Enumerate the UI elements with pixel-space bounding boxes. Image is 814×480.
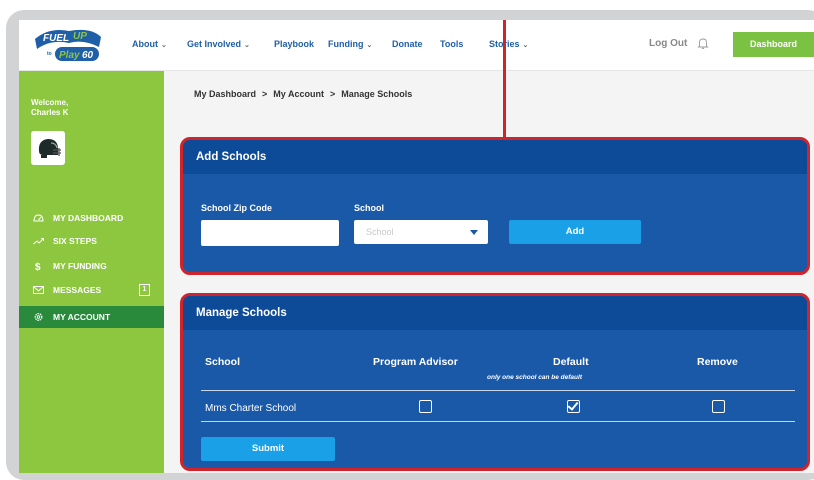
add-school-button[interactable]: Add (509, 220, 641, 244)
sidebar-item-label: MY ACCOUNT (53, 312, 111, 322)
sidebar-item-six-steps[interactable]: SIX STEPS (19, 230, 164, 252)
dashboard-button[interactable]: Dashboard (733, 32, 814, 57)
fuel-up-to-play-60-logo[interactable]: FUEL UP Play 60 to (29, 25, 107, 65)
envelope-icon (33, 286, 44, 294)
svg-text:to: to (47, 51, 52, 57)
remove-checkbox[interactable] (712, 400, 725, 413)
school-select-placeholder: School (366, 227, 394, 237)
svg-text:FUEL: FUEL (43, 33, 69, 44)
welcome-label: Welcome, (31, 98, 69, 107)
breadcrumb-manage-schools: Manage Schools (341, 89, 413, 99)
breadcrumb-separator: > (262, 89, 268, 99)
program-advisor-checkbox[interactable] (419, 400, 432, 413)
dashboard-icon (33, 214, 44, 222)
gear-icon (34, 313, 43, 321)
nav-tools[interactable]: Tools (440, 39, 463, 49)
top-navigation-bar: FUEL UP Play 60 to About ⌄ Get Involved ⌄ … (19, 20, 814, 71)
svg-text:Play: Play (59, 50, 80, 61)
user-name: Charles K (31, 108, 69, 117)
trend-icon (33, 238, 44, 245)
column-header-remove: Remove (697, 356, 738, 368)
sidebar-item-my-dashboard[interactable]: MY DASHBOARD (19, 207, 164, 229)
breadcrumb-my-dashboard[interactable]: My Dashboard (194, 89, 256, 99)
svg-text:UP: UP (73, 31, 87, 42)
chevron-down-icon (470, 230, 478, 235)
column-header-program-advisor: Program Advisor (373, 356, 458, 368)
submit-button[interactable]: Submit (201, 437, 335, 461)
sidebar-item-my-account[interactable]: MY ACCOUNT (19, 306, 164, 328)
browser-screen: FUEL UP Play 60 to About ⌄ Get Involved ⌄ … (19, 20, 814, 473)
default-checkbox[interactable] (567, 400, 580, 413)
sidebar: Welcome, Charles K MY DASHBOARD SIX STEP… (19, 71, 164, 473)
nav-funding[interactable]: Funding ⌄ (328, 39, 372, 49)
manage-schools-title: Manage Schools (183, 296, 807, 330)
bell-icon[interactable] (696, 36, 710, 50)
sidebar-item-messages[interactable]: MESSAGES 1 (19, 279, 164, 301)
school-name-cell: Mms Charter School (205, 403, 297, 414)
manage-schools-panel: Manage Schools School Program Advisor De… (180, 293, 810, 471)
default-hint-text: only one school can be default (487, 374, 582, 381)
school-label: School (354, 203, 385, 213)
breadcrumb: My Dashboard > My Account > Manage Schools (194, 89, 412, 99)
nav-stories[interactable]: Stories⌄ (489, 39, 528, 49)
sidebar-item-label: MY DASHBOARD (53, 213, 124, 223)
logout-link[interactable]: Log Out (649, 38, 687, 49)
add-schools-title: Add Schools (183, 140, 807, 174)
svg-text:$: $ (35, 262, 41, 271)
table-divider (201, 390, 795, 391)
nav-about[interactable]: About ⌄ (132, 39, 167, 49)
nav-playbook[interactable]: Playbook (274, 39, 314, 49)
nav-donate[interactable]: Donate (392, 39, 423, 49)
sidebar-item-my-funding[interactable]: $ MY FUNDING (19, 255, 164, 277)
breadcrumb-separator: > (329, 89, 336, 99)
sidebar-item-label: MY FUNDING (53, 261, 107, 271)
add-schools-panel: Add Schools School Zip Code School Schoo… (180, 137, 810, 275)
table-divider (201, 421, 795, 422)
svg-text:60: 60 (82, 50, 94, 61)
sidebar-item-label: SIX STEPS (53, 236, 97, 246)
column-header-default: Default (553, 356, 589, 368)
zip-code-input[interactable] (201, 220, 339, 246)
nav-get-involved[interactable]: Get Involved ⌄ (187, 39, 250, 49)
welcome-text: Welcome, Charles K (31, 98, 68, 118)
messages-count-badge: 1 (139, 284, 150, 296)
avatar-helmet-icon[interactable] (31, 131, 65, 165)
school-select[interactable]: School (354, 220, 488, 244)
highlight-callout-line (503, 20, 506, 139)
dollar-icon: $ (35, 262, 41, 271)
column-header-school: School (205, 356, 241, 368)
breadcrumb-my-account[interactable]: My Account (273, 89, 324, 99)
sidebar-item-label: MESSAGES (53, 285, 102, 295)
zip-code-label: School Zip Code (201, 203, 272, 213)
main-content: My Dashboard > My Account > Manage Schools A… (164, 71, 814, 473)
